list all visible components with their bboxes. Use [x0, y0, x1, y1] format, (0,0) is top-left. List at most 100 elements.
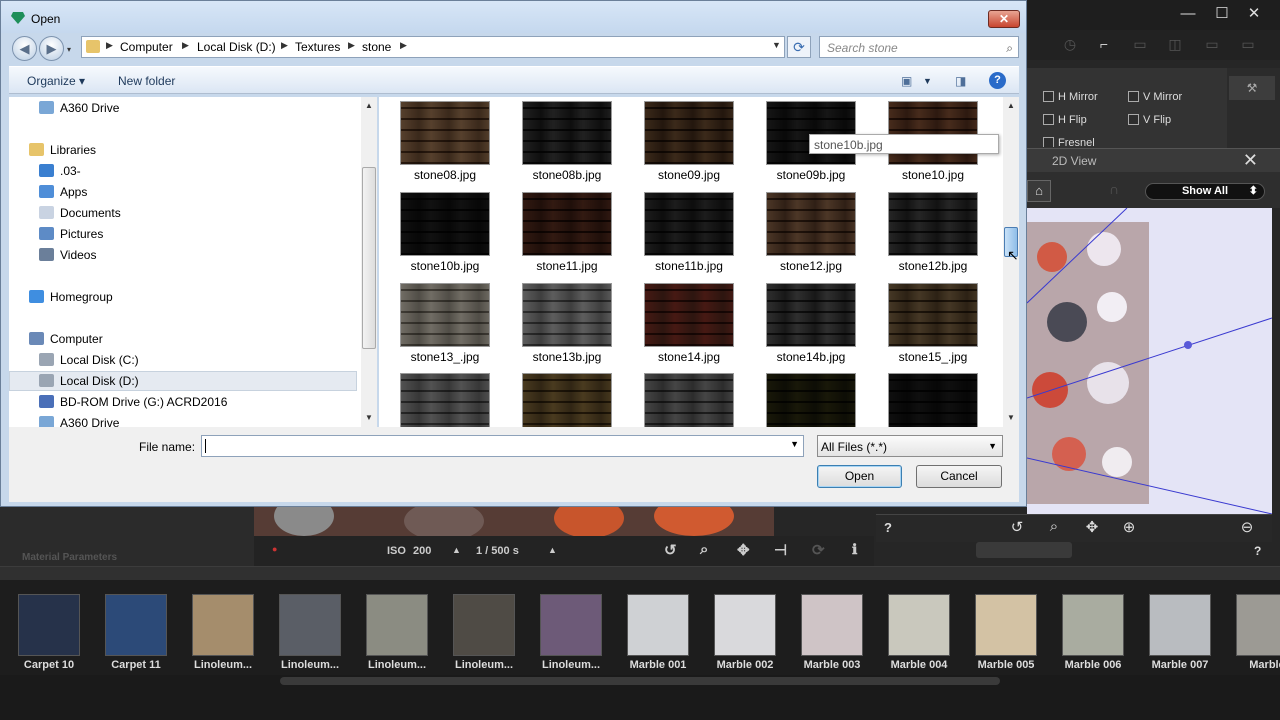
dropdown-arrow-icon[interactable]: ▼ — [790, 439, 799, 449]
nav-pictures[interactable]: Pictures — [39, 227, 103, 241]
file-item[interactable]: stone11b.jpg — [628, 192, 750, 273]
file-item[interactable]: stone12.jpg — [750, 192, 872, 273]
scroll-down-icon[interactable]: ▼ — [365, 413, 373, 422]
search-icon[interactable]: ⌕ — [1006, 41, 1013, 56]
material-swatch[interactable] — [975, 594, 1037, 656]
material-swatch[interactable] — [18, 594, 80, 656]
shutter-value[interactable]: 1 / 500 s — [476, 545, 519, 557]
organize-button[interactable]: Organize ▾ — [27, 74, 85, 88]
file-item[interactable]: stone09.jpg — [628, 101, 750, 182]
cancel-button[interactable]: Cancel — [916, 465, 1002, 488]
help-icon[interactable]: ? — [989, 72, 1006, 89]
increase-iso-icon[interactable]: ▲ — [452, 545, 461, 555]
file-type-select[interactable]: All Files (*.*) ▼ — [817, 435, 1003, 457]
breadcrumb-local-disk-d[interactable]: Local Disk (D:) — [197, 40, 276, 54]
zoom-icon[interactable]: ⌕ — [700, 541, 708, 558]
material-swatch[interactable] — [279, 594, 341, 656]
breadcrumb-computer[interactable]: Computer — [120, 40, 173, 54]
crop-icon[interactable]: ⌐ — [1092, 36, 1116, 52]
move-icon[interactable]: ✥ — [1080, 518, 1104, 536]
material-swatch[interactable] — [627, 594, 689, 656]
open-button[interactable]: Open — [817, 465, 902, 488]
v-flip-checkbox[interactable]: V Flip — [1128, 114, 1171, 126]
file-item[interactable]: stone12b.jpg — [872, 192, 994, 273]
show-all-dropdown[interactable]: Show All ⬍ — [1145, 183, 1265, 200]
camera-icon[interactable]: ◫ — [1163, 36, 1187, 53]
close-icon[interactable]: ✕ — [1239, 0, 1269, 28]
help-icon[interactable]: ? — [1254, 544, 1261, 558]
breadcrumb-arrow-icon[interactable]: ▶ — [281, 40, 288, 51]
screen-icon[interactable]: ▭ — [1236, 36, 1260, 53]
maximize-icon[interactable]: ☐ — [1207, 0, 1237, 28]
scroll-up-icon[interactable]: ▲ — [1007, 101, 1015, 110]
file-name-input[interactable]: ▼ — [201, 435, 804, 457]
material-swatch[interactable] — [1062, 594, 1124, 656]
nav-local-disk-d[interactable]: Local Disk (D:) — [39, 374, 139, 388]
fresnel-checkbox[interactable]: Fresnel — [1043, 137, 1095, 147]
info-icon[interactable]: ℹ — [852, 541, 857, 558]
nav-03[interactable]: .03- — [39, 164, 81, 178]
h-mirror-checkbox[interactable]: H Mirror — [1043, 91, 1098, 103]
flip-icon[interactable]: ⊖ — [1235, 518, 1259, 536]
material-swatch[interactable] — [366, 594, 428, 656]
slider-track[interactable] — [976, 542, 1072, 558]
move-icon[interactable]: ✥ — [737, 541, 750, 559]
forward-icon[interactable]: ▶ — [39, 36, 64, 61]
material-swatch[interactable] — [714, 594, 776, 656]
material-swatch[interactable] — [1236, 594, 1280, 656]
recent-locations-icon[interactable]: ▾ — [67, 45, 71, 54]
nav-homegroup[interactable]: Homegroup — [29, 290, 113, 304]
library-scrollbar[interactable] — [280, 677, 1000, 685]
back-icon[interactable]: ◀ — [12, 36, 37, 61]
file-item[interactable]: stone13_.jpg — [384, 283, 506, 364]
view-options-dropdown-icon[interactable]: ▼ — [923, 76, 932, 86]
undo-icon[interactable]: ↺ — [664, 541, 677, 559]
view-2d-canvas[interactable] — [1027, 208, 1272, 514]
material-swatch[interactable] — [105, 594, 167, 656]
h-flip-checkbox[interactable]: H Flip — [1043, 114, 1087, 126]
material-swatch[interactable] — [801, 594, 863, 656]
material-swatch[interactable] — [453, 594, 515, 656]
material-swatch[interactable] — [1149, 594, 1211, 656]
clock-icon[interactable]: ◷ — [1058, 36, 1082, 53]
file-item[interactable]: stone11.jpg — [506, 192, 628, 273]
breadcrumb-arrow-icon[interactable]: ▶ — [106, 40, 113, 51]
breadcrumb-textures[interactable]: Textures — [295, 40, 340, 54]
address-dropdown-icon[interactable]: ▼ — [772, 40, 781, 50]
file-item[interactable]: stone08b.jpg — [506, 101, 628, 182]
layers-icon[interactable]: ▭ — [1128, 36, 1152, 53]
file-item[interactable]: stone15_.jpg — [872, 283, 994, 364]
frame-icon[interactable]: ⊣ — [774, 541, 787, 559]
breadcrumb-arrow-icon[interactable]: ▶ — [348, 40, 355, 51]
nav-computer[interactable]: Computer — [29, 332, 103, 346]
material-swatch[interactable] — [888, 594, 950, 656]
nav-bd-rom-drive[interactable]: BD-ROM Drive (G:) ACRD2016 — [39, 395, 227, 409]
breadcrumb-arrow-icon[interactable]: ▶ — [400, 40, 407, 51]
file-item[interactable]: stone08.jpg — [384, 101, 506, 182]
zoom-icon[interactable]: ⌕ — [1042, 518, 1066, 535]
undo-icon[interactable]: ↺ — [1005, 518, 1029, 536]
search-input[interactable]: Search stone ⌕ — [819, 36, 1019, 58]
file-item[interactable]: stone14.jpg — [628, 283, 750, 364]
breadcrumb-arrow-icon[interactable]: ▶ — [182, 40, 189, 51]
change-view-icon[interactable]: ▣ — [901, 74, 912, 88]
file-item[interactable]: stone13b.jpg — [506, 283, 628, 364]
link-icon[interactable]: ∩ — [1109, 181, 1119, 197]
nav-scroll-thumb[interactable] — [362, 167, 376, 349]
nav-documents[interactable]: Documents — [39, 206, 121, 220]
settings-icon[interactable]: ⚒ — [1229, 76, 1275, 100]
increase-shutter-icon[interactable]: ▲ — [548, 545, 557, 555]
minimize-icon[interactable]: — — [1173, 0, 1203, 28]
v-mirror-checkbox[interactable]: V Mirror — [1128, 91, 1182, 103]
address-bar[interactable]: ▶ Computer ▶ Local Disk (D:) ▶ Textures … — [81, 36, 785, 58]
record-icon[interactable]: ● — [272, 544, 277, 554]
scroll-down-icon[interactable]: ▼ — [1007, 413, 1015, 422]
file-item[interactable]: stone10b.jpg — [384, 192, 506, 273]
file-item[interactable]: stone14b.jpg — [750, 283, 872, 364]
breadcrumb-stone[interactable]: stone — [362, 40, 391, 54]
close-icon[interactable]: ✕ — [988, 10, 1020, 28]
material-swatch[interactable] — [192, 594, 254, 656]
new-folder-button[interactable]: New folder — [118, 74, 175, 88]
sync-icon[interactable]: ⟳ — [812, 541, 825, 559]
window-icon[interactable]: ▭ — [1200, 36, 1224, 53]
